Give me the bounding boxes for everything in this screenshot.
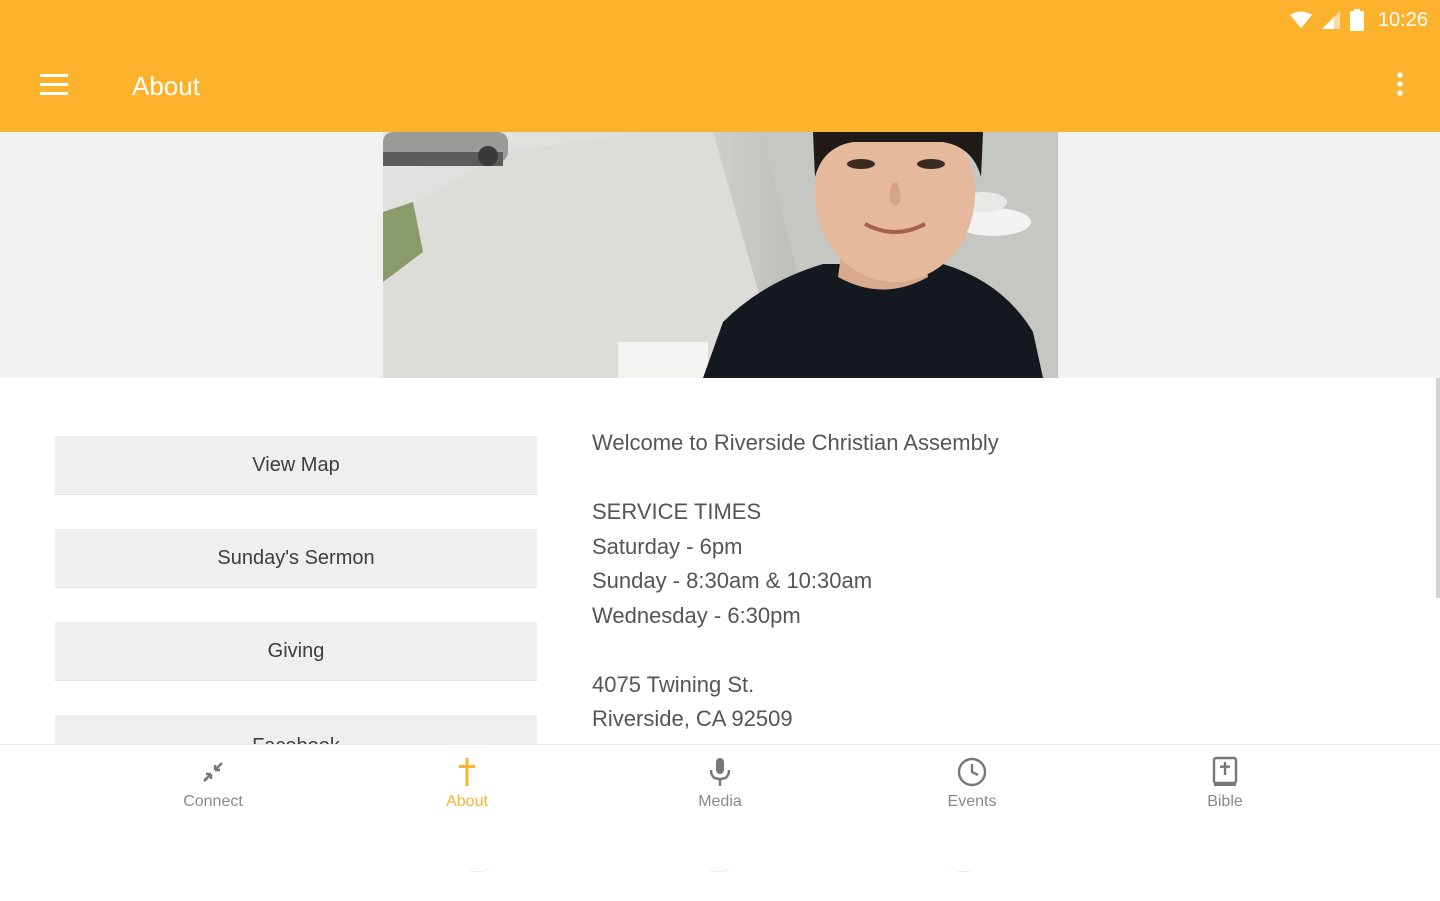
giving-button[interactable]: Giving xyxy=(55,622,537,681)
battery-icon xyxy=(1349,9,1364,31)
welcome-text: Welcome to Riverside Christian Assembly xyxy=(592,430,999,455)
nav-bible[interactable]: Bible xyxy=(1145,755,1305,825)
about-content: View Map Sunday's Sermon Giving Facebook… xyxy=(0,378,1440,744)
app-bar: 10:26 About xyxy=(0,0,1440,132)
nav-label-events: Events xyxy=(947,793,997,810)
nav-events[interactable]: Events xyxy=(892,755,1052,825)
address-line-1: 4075 Twining St. xyxy=(592,671,755,697)
nav-divider xyxy=(951,863,975,872)
hero-photo xyxy=(383,132,1058,378)
service-time-wednesday: Wednesday - 6:30pm xyxy=(592,602,801,628)
scrollbar[interactable] xyxy=(1436,378,1440,598)
hero-banner xyxy=(0,132,1440,378)
nav-label-bible: Bible xyxy=(1207,793,1243,810)
nav-label-about: About xyxy=(446,793,488,810)
clock-icon xyxy=(957,757,987,787)
page-title: About xyxy=(132,71,200,101)
nav-media[interactable]: Media xyxy=(640,755,800,825)
cross-icon xyxy=(459,758,475,786)
smiling-boy-on-sidewalk-photo xyxy=(383,132,1058,378)
more-vert-icon[interactable] xyxy=(1388,68,1412,102)
sundays-sermon-button[interactable]: Sunday's Sermon xyxy=(55,529,537,588)
service-time-saturday: Saturday - 6pm xyxy=(592,533,743,559)
bottom-navigation: Connect About Media Events Bible xyxy=(0,744,1440,901)
nav-about[interactable]: About xyxy=(387,755,547,825)
status-bar: 10:26 xyxy=(1289,6,1428,34)
view-map-button[interactable]: View Map xyxy=(55,436,537,495)
cell-signal-icon xyxy=(1321,11,1340,29)
service-time-sunday: Sunday - 8:30am & 10:30am xyxy=(592,568,873,593)
church-info: Welcome to Riverside Christian Assembly … xyxy=(592,426,1392,737)
hamburger-menu-icon[interactable] xyxy=(36,70,72,100)
facebook-button[interactable]: Facebook xyxy=(55,715,537,744)
connect-arrows-icon xyxy=(203,762,223,782)
microphone-icon xyxy=(709,758,731,786)
nav-divider xyxy=(466,863,490,872)
status-time: 10:26 xyxy=(1377,8,1428,31)
bible-icon xyxy=(1212,756,1238,786)
nav-divider xyxy=(707,863,731,872)
nav-label-media: Media xyxy=(698,793,742,810)
service-times-heading: SERVICE TIMES xyxy=(592,499,762,524)
nav-label-connect: Connect xyxy=(183,793,243,810)
address-line-2: Riverside, CA 92509 xyxy=(592,706,793,731)
nav-connect[interactable]: Connect xyxy=(133,755,293,825)
wifi-icon xyxy=(1289,11,1312,28)
